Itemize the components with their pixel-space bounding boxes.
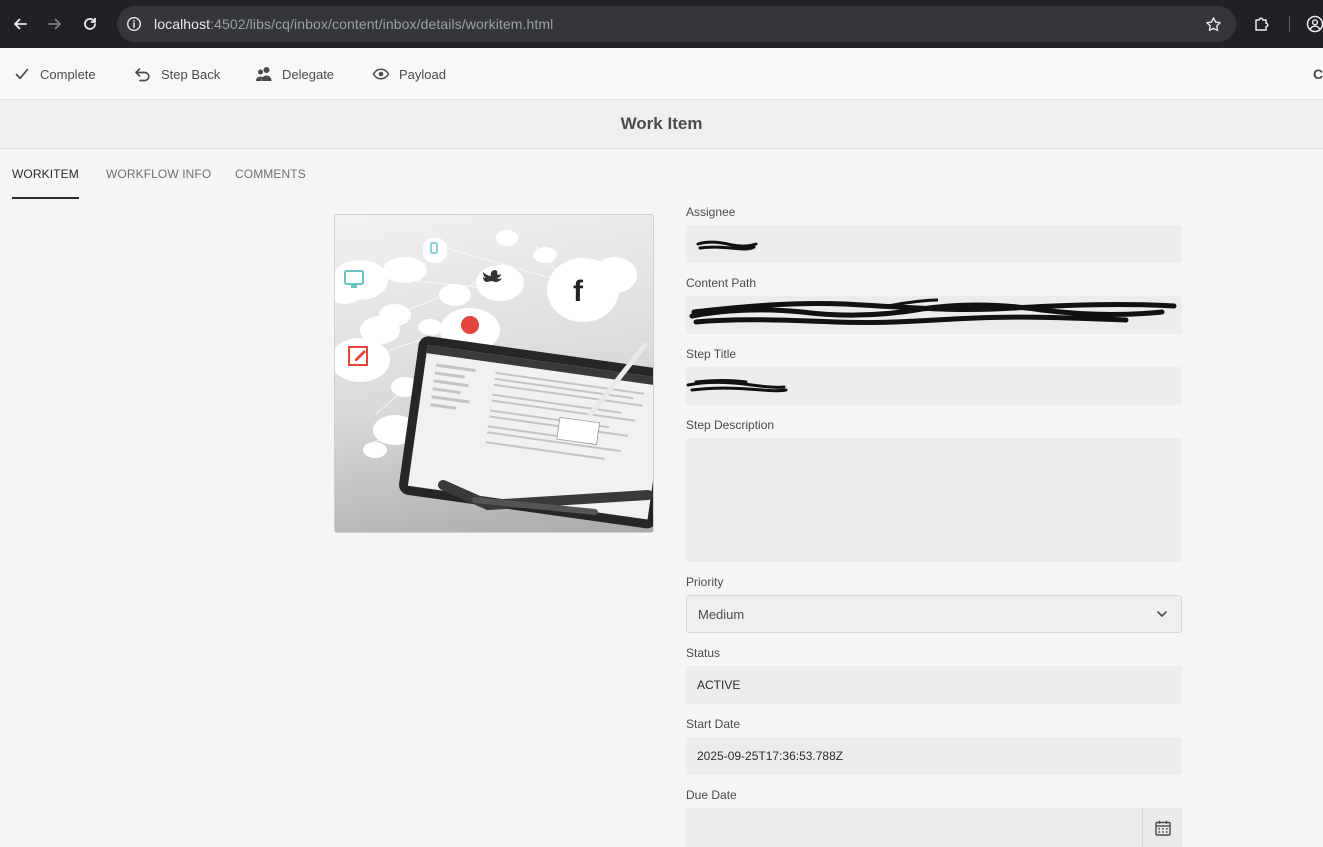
page-title: Work Item — [620, 114, 703, 133]
step-title-field — [686, 367, 1182, 405]
assignee-label: Assignee — [686, 205, 736, 219]
complete-button[interactable]: Complete — [12, 48, 96, 100]
extensions-button[interactable] — [1250, 12, 1274, 36]
site-info-button[interactable] — [123, 13, 145, 35]
checkmark-icon — [12, 64, 32, 84]
toolbar-divider — [1289, 16, 1290, 32]
start-date-field: 2025-09-25T17:36:53.788Z — [686, 737, 1182, 775]
content-path-label: Content Path — [686, 276, 757, 290]
chevron-down-icon — [1157, 611, 1167, 617]
status-label: Status — [686, 646, 721, 660]
forward-button[interactable] — [37, 6, 73, 42]
profile-icon — [1306, 15, 1323, 33]
due-date-input[interactable] — [686, 808, 1182, 847]
back-button[interactable] — [2, 6, 38, 42]
profile-button[interactable] — [1303, 12, 1323, 36]
arrow-right-icon — [48, 18, 61, 30]
tab-comments[interactable]: COMMENTS — [235, 149, 306, 199]
step-back-button[interactable]: Step Back — [133, 48, 220, 100]
reload-icon — [84, 17, 96, 30]
priority-label: Priority — [686, 575, 724, 589]
address-bar[interactable]: localhost:4502/libs/cq/inbox/content/inb… — [117, 6, 1236, 42]
step-back-label: Step Back — [161, 66, 221, 82]
assignee-field — [686, 225, 1182, 263]
info-icon — [126, 16, 142, 32]
browser-toolbar: localhost:4502/libs/cq/inbox/content/inb… — [0, 0, 1323, 48]
title-bar: Work Item — [0, 100, 1323, 149]
calendar-icon — [1154, 820, 1171, 836]
url-host: localhost — [154, 16, 211, 32]
close-button[interactable]: Cl — [1313, 48, 1323, 100]
svg-text:f: f — [573, 275, 584, 308]
payload-thumbnail: f — [334, 214, 654, 533]
url-path: :4502/libs/cq/inbox/content/inbox/detail… — [210, 16, 554, 32]
action-bar: Complete Step Back Delegate Payload Cl — [0, 48, 1323, 100]
users-icon — [254, 64, 274, 84]
undo-icon — [133, 64, 153, 84]
start-date-label: Start Date — [686, 717, 741, 731]
tab-list: WORKITEM WORKFLOW INFO COMMENTS — [0, 149, 1323, 199]
due-date-label: Due Date — [686, 788, 737, 802]
tab-workflow-info[interactable]: WORKFLOW INFO — [106, 149, 211, 199]
priority-value: Medium — [698, 606, 745, 622]
bookmark-button[interactable] — [1202, 13, 1224, 35]
eye-icon — [371, 64, 391, 84]
content-path-redaction — [689, 298, 1177, 326]
due-date-picker-button[interactable] — [1142, 808, 1182, 847]
step-description-field — [686, 438, 1182, 562]
url-text[interactable]: localhost:4502/libs/cq/inbox/content/inb… — [154, 16, 553, 32]
delegate-button[interactable]: Delegate — [254, 48, 334, 100]
star-icon — [1205, 16, 1221, 31]
priority-select[interactable]: Medium — [686, 595, 1182, 633]
payload-label: Payload — [399, 66, 446, 82]
status-field: ACTIVE — [686, 666, 1182, 704]
status-value: ACTIVE — [697, 678, 741, 692]
puzzle-icon — [1255, 17, 1269, 31]
start-date-value: 2025-09-25T17:36:53.788Z — [697, 749, 844, 763]
content-path-field — [686, 296, 1182, 334]
delegate-label: Delegate — [282, 66, 335, 82]
complete-label: Complete — [40, 66, 96, 82]
reload-button[interactable] — [72, 6, 108, 42]
step-title-redaction — [686, 379, 788, 393]
step-title-label: Step Title — [686, 347, 737, 361]
tab-workitem[interactable]: WORKITEM — [12, 149, 79, 199]
arrow-left-icon — [14, 18, 27, 30]
step-description-label: Step Description — [686, 418, 775, 432]
assignee-redaction — [696, 240, 758, 251]
payload-button[interactable]: Payload — [371, 48, 446, 100]
